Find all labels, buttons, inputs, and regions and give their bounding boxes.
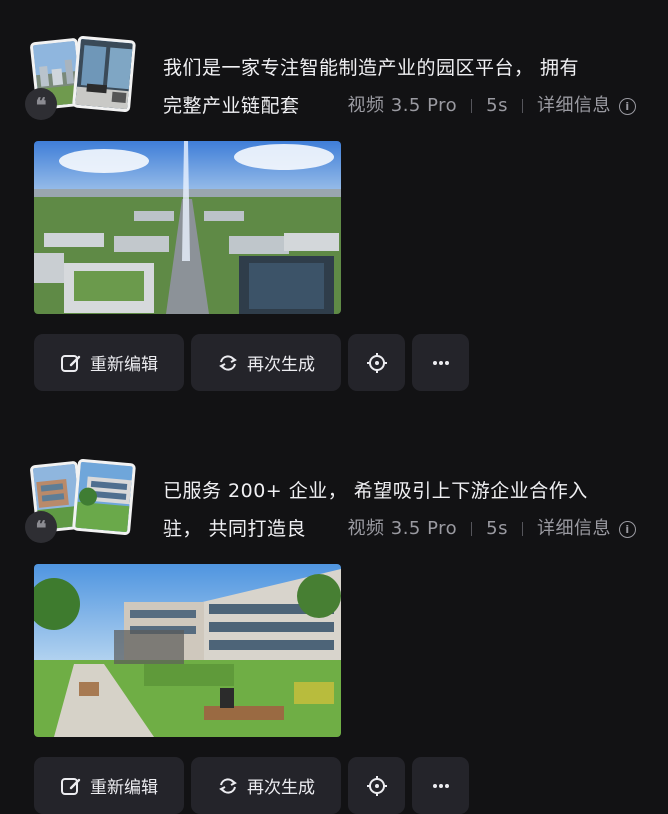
prompt-line: 已服务 200+ 企业， 希望吸引上下游企业合作入: [163, 480, 588, 502]
divider: [522, 99, 523, 113]
regenerate-button[interactable]: 再次生成: [191, 757, 341, 814]
target-icon: [366, 352, 388, 374]
info-icon: i: [619, 520, 636, 538]
regenerate-button[interactable]: 再次生成: [191, 334, 341, 391]
divider: [471, 522, 473, 536]
action-bar: 重新编辑 再次生成: [34, 757, 469, 814]
more-button[interactable]: [412, 334, 469, 391]
divider: [471, 99, 473, 113]
quote-icon: ❝: [25, 88, 57, 120]
details-label: 详细信息: [537, 518, 611, 539]
prompt-text: 我们是一家专注智能制造产业的园区平台， 拥有 完整产业链配套 视频 3.5 Pr…: [163, 49, 648, 125]
edit-again-button[interactable]: 重新编辑: [34, 334, 184, 391]
model-label: 视频 3.5 Pro: [347, 518, 458, 539]
reference-images[interactable]: ❝: [25, 35, 139, 126]
edit-again-label: 重新编辑: [90, 778, 158, 798]
target-button[interactable]: [348, 757, 405, 814]
reference-images[interactable]: ❝: [25, 458, 139, 549]
generation-meta: 视频 3.5 Pro 5s 详细信息 i: [313, 510, 636, 548]
regenerate-label: 再次生成: [247, 355, 315, 375]
reference-image: [71, 458, 137, 536]
prompt-line: 我们是一家专注智能制造产业的园区平台， 拥有: [163, 57, 580, 79]
regenerate-label: 再次生成: [247, 778, 315, 798]
details-label: 详细信息: [537, 95, 611, 116]
details-link[interactable]: 详细信息 i: [537, 510, 636, 548]
prompt-text: 已服务 200+ 企业， 希望吸引上下游企业合作入 驻， 共同打造良 视频 3.…: [163, 472, 648, 548]
quote-icon: ❝: [25, 511, 57, 543]
details-link[interactable]: 详细信息 i: [537, 87, 636, 125]
more-button[interactable]: [412, 757, 469, 814]
info-icon: i: [619, 97, 636, 115]
action-bar: 重新编辑 再次生成: [34, 334, 469, 391]
regenerate-icon: [217, 352, 239, 374]
more-icon: [430, 352, 452, 374]
edit-again-button[interactable]: 重新编辑: [34, 757, 184, 814]
target-icon: [366, 775, 388, 797]
edit-icon: [60, 775, 82, 797]
edit-again-label: 重新编辑: [90, 355, 158, 375]
regenerate-icon: [217, 775, 239, 797]
video-thumbnail[interactable]: [34, 141, 341, 314]
generation-meta: 视频 3.5 Pro 5s 详细信息 i: [313, 87, 636, 125]
duration-label: 5s: [486, 518, 508, 539]
model-label: 视频 3.5 Pro: [347, 95, 458, 116]
video-thumbnail[interactable]: [34, 564, 341, 737]
edit-icon: [60, 352, 82, 374]
reference-image: [71, 35, 137, 113]
divider: [522, 522, 523, 536]
target-button[interactable]: [348, 334, 405, 391]
more-icon: [430, 775, 452, 797]
duration-label: 5s: [486, 95, 508, 116]
